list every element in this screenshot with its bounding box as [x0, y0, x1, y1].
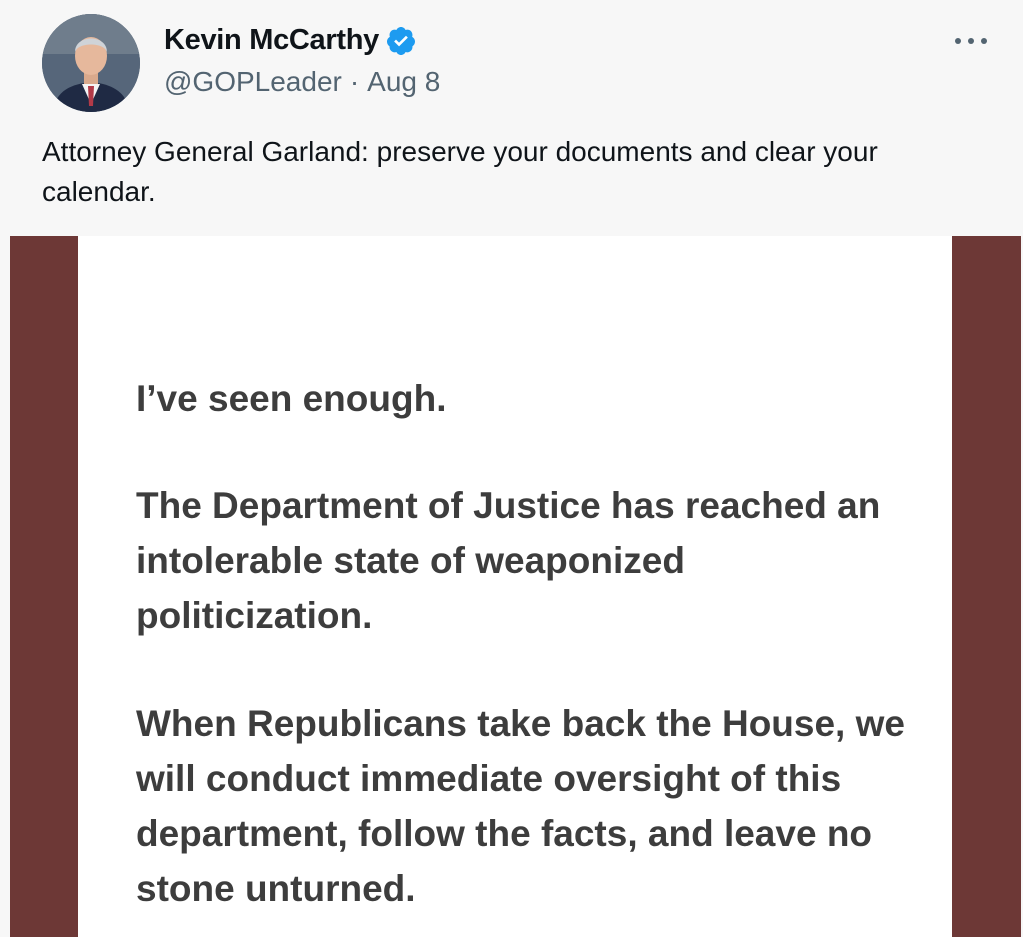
more-dot [955, 38, 961, 44]
meta-separator: · [349, 66, 360, 97]
verified-badge-icon [386, 26, 415, 55]
author-name-row: Kevin McCarthy [164, 24, 417, 57]
tweet-text: Attorney General Garland: preserve your … [42, 136, 878, 207]
tweet-card[interactable]: Kevin McCarthy @GOPLeader · Aug 8 Attorn… [0, 0, 1023, 937]
author-meta: @GOPLeader · Aug 8 [164, 66, 440, 98]
more-dot [981, 38, 987, 44]
avatar[interactable] [42, 14, 140, 112]
author-handle[interactable]: @GOPLeader [164, 66, 342, 98]
statement-paragraph: The Department of Justice has reached an… [136, 485, 881, 636]
statement-image: I’ve seen enough. The Department of Just… [78, 236, 952, 937]
statement-paragraph: When Republicans take back the House, we… [136, 703, 905, 909]
tweet-media[interactable]: I’ve seen enough. The Department of Just… [10, 236, 1021, 937]
tweet-date[interactable]: Aug 8 [367, 66, 440, 98]
author-display-name[interactable]: Kevin McCarthy [164, 24, 379, 57]
more-options-icon[interactable] [955, 30, 987, 52]
statement-paragraph: I’ve seen enough. [136, 378, 447, 419]
more-dot [968, 38, 974, 44]
